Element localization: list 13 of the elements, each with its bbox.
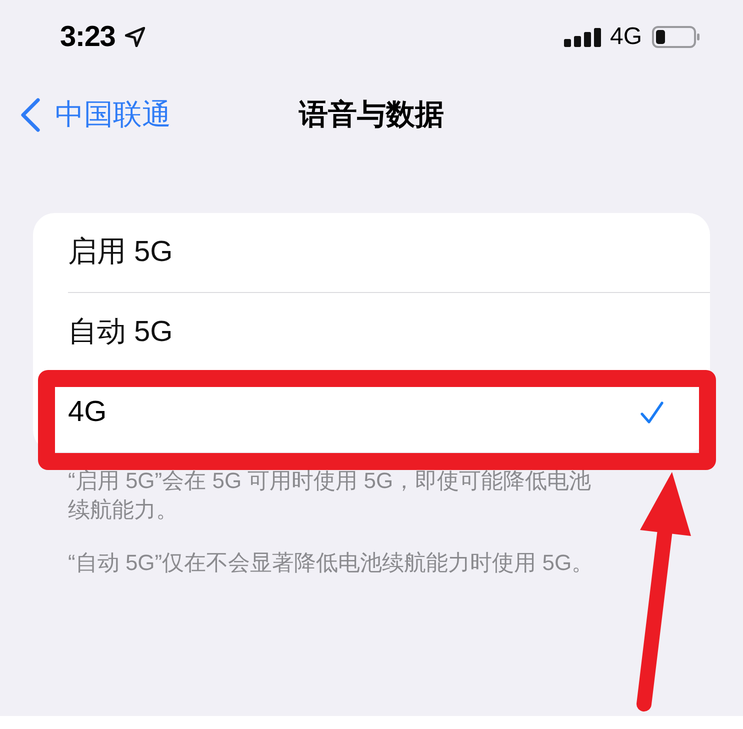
signal-icon: [564, 28, 602, 46]
status-time: 3:23: [60, 22, 116, 52]
option-row[interactable]: 4G: [33, 373, 710, 452]
chevron-left-icon: [20, 98, 41, 132]
location-arrow-icon: [125, 27, 146, 47]
page-title: 语音与数据: [299, 100, 444, 130]
battery-icon: [652, 26, 700, 48]
footer-note: “自动 5G”仅在不会显著降低电池续航能力时使用 5G。: [68, 549, 595, 577]
option-row[interactable]: 启用 5G: [33, 213, 710, 292]
option-row[interactable]: 自动 5G: [33, 293, 710, 372]
network-label: 4G: [610, 25, 642, 49]
footer-note: “启用 5G”会在 5G 可用时使用 5G，即使可能降低电池续航能力。: [68, 467, 592, 524]
checkmark-icon: [640, 400, 664, 424]
